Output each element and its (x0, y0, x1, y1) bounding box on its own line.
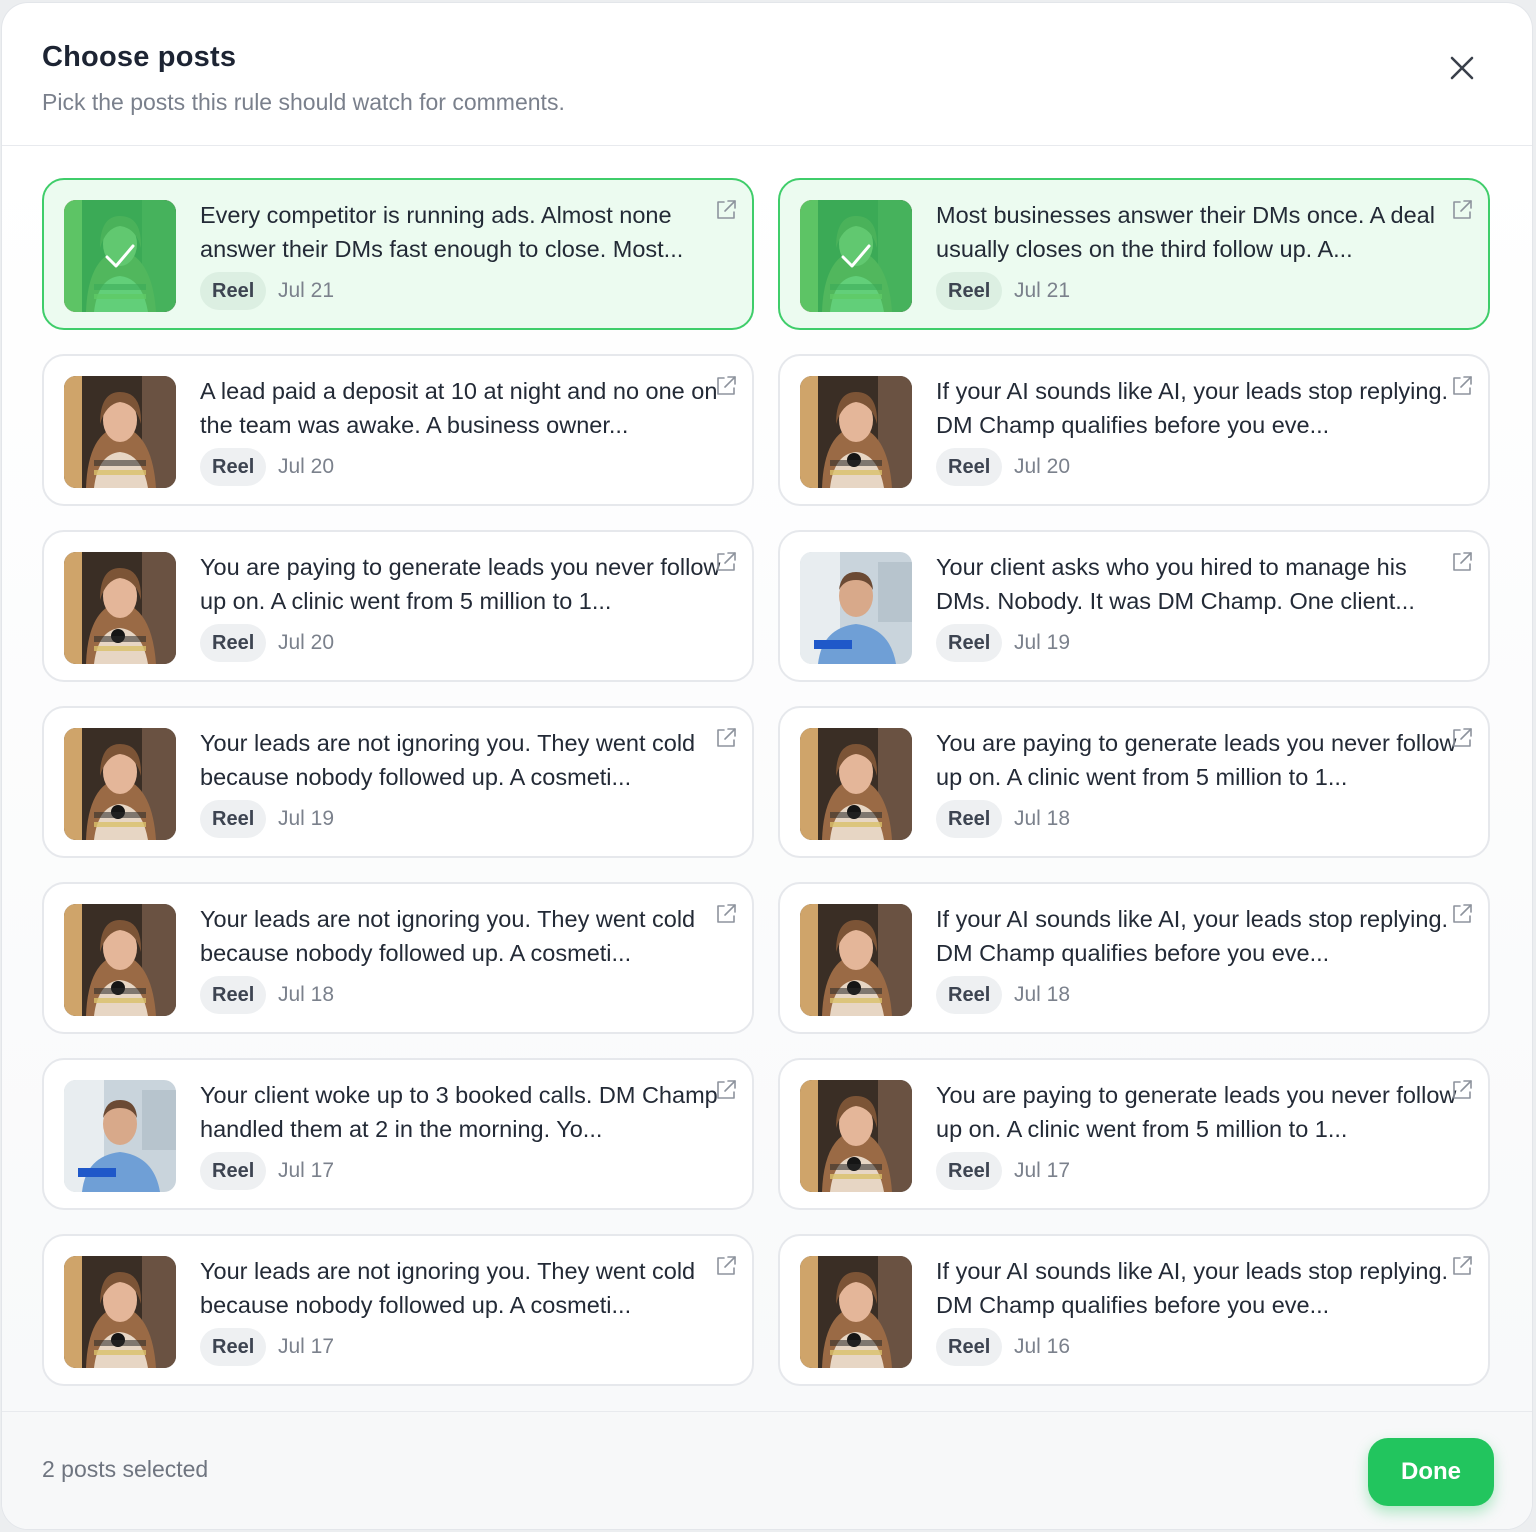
check-icon (838, 238, 874, 274)
post-thumbnail (64, 728, 176, 840)
post-date: Jul 21 (1014, 279, 1071, 302)
dialog-header: Choose posts Pick the posts this rule sh… (2, 3, 1532, 146)
dialog-footer: 2 posts selected Done (2, 1411, 1532, 1529)
post-date: Jul 20 (278, 631, 335, 654)
post-caption: Your leads are not ignoring you. They we… (200, 1258, 696, 1318)
dialog-subtitle: Pick the posts this rule should watch fo… (42, 89, 565, 115)
post-type-badge: Reel (936, 976, 1003, 1014)
selected-count: 2 posts selected (42, 1456, 209, 1482)
post-thumbnail (64, 200, 176, 312)
external-link-icon[interactable] (1450, 550, 1474, 574)
post-caption: Your client woke up to 3 booked calls. D… (200, 1082, 718, 1142)
post-thumbnail (800, 200, 912, 312)
post-type-badge: Reel (200, 800, 267, 838)
post-thumbnail (64, 1256, 176, 1368)
close-icon[interactable] (1444, 50, 1480, 86)
external-link-icon[interactable] (714, 198, 738, 222)
post-caption: Most businesses answer their DMs once. A… (936, 202, 1435, 262)
post-caption: You are paying to generate leads you nev… (200, 554, 721, 614)
post-card[interactable]: You are paying to generate leads you nev… (778, 706, 1490, 858)
post-thumbnail (64, 376, 176, 488)
post-type-badge: Reel (200, 272, 267, 310)
dialog-title: Choose posts (42, 41, 237, 73)
choose-posts-dialog: Choose posts Pick the posts this rule sh… (2, 3, 1532, 1529)
post-date: Jul 18 (1014, 983, 1071, 1006)
post-type-badge: Reel (936, 448, 1003, 486)
done-button[interactable]: Done (1368, 1438, 1494, 1506)
post-thumbnail (800, 552, 912, 664)
post-date: Jul 16 (1014, 1335, 1071, 1358)
post-caption: Your leads are not ignoring you. They we… (200, 730, 696, 790)
post-type-badge: Reel (936, 1328, 1003, 1366)
post-type-badge: Reel (936, 800, 1003, 838)
external-link-icon[interactable] (1450, 198, 1474, 222)
external-link-icon[interactable] (714, 374, 738, 398)
post-date: Jul 17 (1014, 1159, 1071, 1182)
post-card[interactable]: If your AI sounds like AI, your leads st… (778, 882, 1490, 1034)
post-card[interactable]: Your leads are not ignoring you. They we… (42, 882, 754, 1034)
check-icon (102, 238, 138, 274)
post-caption: You are paying to generate leads you nev… (936, 730, 1457, 790)
post-card[interactable]: A lead paid a deposit at 10 at night and… (42, 354, 754, 506)
post-card[interactable]: Every competitor is running ads. Almost … (42, 178, 754, 330)
post-thumbnail (800, 728, 912, 840)
post-thumbnail (800, 1080, 912, 1192)
external-link-icon[interactable] (714, 1254, 738, 1278)
external-link-icon[interactable] (714, 902, 738, 926)
post-card[interactable]: Your client woke up to 3 booked calls. D… (42, 1058, 754, 1210)
post-thumbnail (64, 552, 176, 664)
post-caption: Your client asks who you hired to manage… (936, 554, 1415, 614)
post-caption: If your AI sounds like AI, your leads st… (936, 378, 1449, 438)
post-card[interactable]: If your AI sounds like AI, your leads st… (778, 354, 1490, 506)
post-caption: If your AI sounds like AI, your leads st… (936, 906, 1449, 966)
post-card[interactable]: You are paying to generate leads you nev… (778, 1058, 1490, 1210)
external-link-icon[interactable] (1450, 726, 1474, 750)
external-link-icon[interactable] (1450, 1078, 1474, 1102)
post-type-badge: Reel (936, 1152, 1003, 1190)
external-link-icon[interactable] (1450, 902, 1474, 926)
post-date: Jul 19 (278, 807, 335, 830)
post-card[interactable]: Your leads are not ignoring you. They we… (42, 706, 754, 858)
post-caption: Your leads are not ignoring you. They we… (200, 906, 696, 966)
post-card[interactable]: You are paying to generate leads you nev… (42, 530, 754, 682)
post-thumbnail (800, 1256, 912, 1368)
post-date: Jul 19 (1014, 631, 1071, 654)
post-card[interactable]: If your AI sounds like AI, your leads st… (778, 1234, 1490, 1386)
post-type-badge: Reel (936, 624, 1003, 662)
post-thumbnail (800, 904, 912, 1016)
post-date: Jul 21 (278, 279, 335, 302)
external-link-icon[interactable] (1450, 1254, 1474, 1278)
post-date: Jul 20 (1014, 455, 1071, 478)
post-thumbnail (64, 904, 176, 1016)
external-link-icon[interactable] (714, 550, 738, 574)
post-type-badge: Reel (200, 448, 267, 486)
post-date: Jul 17 (278, 1335, 335, 1358)
post-type-badge: Reel (200, 1328, 267, 1366)
post-card[interactable]: Most businesses answer their DMs once. A… (778, 178, 1490, 330)
post-date: Jul 20 (278, 455, 335, 478)
external-link-icon[interactable] (1450, 374, 1474, 398)
post-date: Jul 17 (278, 1159, 335, 1182)
post-caption: Every competitor is running ads. Almost … (200, 202, 684, 262)
post-caption: If your AI sounds like AI, your leads st… (936, 1258, 1449, 1318)
external-link-icon[interactable] (714, 1078, 738, 1102)
post-thumbnail (64, 1080, 176, 1192)
post-card[interactable]: Your client asks who you hired to manage… (778, 530, 1490, 682)
post-date: Jul 18 (1014, 807, 1071, 830)
post-type-badge: Reel (200, 1152, 267, 1190)
post-type-badge: Reel (200, 976, 267, 1014)
post-type-badge: Reel (200, 624, 267, 662)
post-type-badge: Reel (936, 272, 1003, 310)
post-card[interactable]: Your leads are not ignoring you. They we… (42, 1234, 754, 1386)
post-caption: You are paying to generate leads you nev… (936, 1082, 1457, 1142)
post-thumbnail (800, 376, 912, 488)
external-link-icon[interactable] (714, 726, 738, 750)
post-date: Jul 18 (278, 983, 335, 1006)
posts-list[interactable]: Every competitor is running ads. Almost … (2, 146, 1532, 1411)
post-caption: A lead paid a deposit at 10 at night and… (200, 378, 718, 438)
